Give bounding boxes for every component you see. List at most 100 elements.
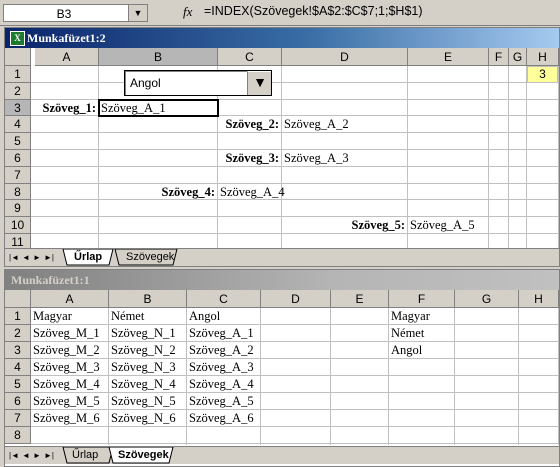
field-value[interactable]: Szöveg_A_3 xyxy=(284,151,349,166)
row-header[interactable]: 3 xyxy=(5,342,31,359)
prev-sheet-button[interactable]: ◄ xyxy=(22,451,30,460)
table-cell[interactable]: Szöveg_N_1 xyxy=(111,326,176,341)
tab-szovegek[interactable]: Szövegek xyxy=(126,251,174,263)
column-header[interactable]: A xyxy=(31,290,109,308)
field-value[interactable]: Szöveg_A_2 xyxy=(284,117,349,132)
row-header[interactable]: 8 xyxy=(5,427,31,444)
table-cell[interactable]: Szöveg_N_2 xyxy=(111,343,176,358)
field-value[interactable]: Szöveg_A_5 xyxy=(410,218,475,233)
row-header[interactable]: 5 xyxy=(5,133,31,150)
gridline xyxy=(281,66,282,248)
gridline xyxy=(558,308,559,445)
column-header[interactable]: D xyxy=(282,48,408,66)
column-header[interactable]: A xyxy=(35,48,99,66)
workbook-window-1: Munkafüzet1:1 A B C D E F G H 1 2 3 4 5 6 7 8 Magyar Néme… xyxy=(4,269,560,467)
row-header[interactable]: 10 xyxy=(5,217,31,234)
column-header[interactable]: B xyxy=(109,290,187,308)
gridline xyxy=(108,308,109,445)
column-header[interactable]: H xyxy=(519,290,559,308)
column-header[interactable]: G xyxy=(509,48,527,66)
table-cell[interactable]: Szöveg_N_4 xyxy=(111,377,176,392)
tab-urlap[interactable]: Űrlap xyxy=(72,449,98,461)
language-dropdown[interactable]: Angol ▼ xyxy=(124,70,272,96)
dropdown-button[interactable]: ▼ xyxy=(247,71,271,95)
table-cell[interactable]: Szöveg_M_3 xyxy=(33,360,100,375)
table-cell[interactable]: Angol xyxy=(391,343,422,358)
field-label: Szöveg_1: xyxy=(42,100,96,115)
window-titlebar[interactable]: X Munkafüzet1:2 xyxy=(5,28,559,48)
chevron-down-icon: ▼ xyxy=(253,76,267,91)
fx-icon[interactable]: fx xyxy=(183,4,192,20)
field-value[interactable]: Szöveg_A_4 xyxy=(220,185,285,200)
window-title: Munkafüzet1:2 xyxy=(27,31,106,45)
table-cell[interactable]: Szöveg_M_4 xyxy=(33,377,100,392)
tab-urlap[interactable]: Űrlap xyxy=(74,251,102,263)
column-header[interactable]: H xyxy=(527,48,559,66)
spreadsheet-grid[interactable]: A B C D E F G H 1 2 3 4 5 6 7 8 Magyar Német Angol Szöveg_M… xyxy=(5,290,559,445)
column-header[interactable]: C xyxy=(187,290,261,308)
table-cell[interactable]: Szöveg_N_6 xyxy=(111,411,176,426)
row-header[interactable]: 4 xyxy=(5,359,31,376)
column-header[interactable]: E xyxy=(408,48,489,66)
next-sheet-button[interactable]: ► xyxy=(33,451,41,460)
last-sheet-button[interactable]: ►| xyxy=(44,253,54,262)
chevron-down-icon[interactable]: ▼ xyxy=(128,5,147,21)
row-header[interactable]: 6 xyxy=(5,393,31,410)
table-cell[interactable]: Szöveg_A_1 xyxy=(189,326,254,341)
table-cell[interactable]: Szöveg_A_5 xyxy=(189,394,254,409)
table-cell[interactable]: Szöveg_A_2 xyxy=(189,343,254,358)
column-header[interactable]: F xyxy=(389,290,455,308)
row-header[interactable]: 2 xyxy=(5,325,31,342)
table-cell[interactable]: Szöveg_M_2 xyxy=(33,343,100,358)
column-header[interactable]: E xyxy=(331,290,389,308)
table-cell[interactable]: Szöveg_M_6 xyxy=(33,411,100,426)
table-cell[interactable]: Szöveg_M_5 xyxy=(33,394,100,409)
field-value[interactable]: Szöveg_A_1 xyxy=(101,101,166,116)
row-header[interactable]: 2 xyxy=(5,82,31,100)
last-sheet-button[interactable]: ►| xyxy=(44,451,54,460)
name-box[interactable]: B3 ▼ xyxy=(3,4,148,22)
row-header[interactable]: 5 xyxy=(5,376,31,393)
column-header[interactable]: G xyxy=(455,290,519,308)
row-header[interactable]: 9 xyxy=(5,200,31,218)
table-cell[interactable]: Magyar xyxy=(33,309,72,324)
select-all-corner[interactable] xyxy=(5,290,31,308)
table-cell[interactable]: Angol xyxy=(189,309,220,324)
table-cell[interactable]: Szöveg_A_4 xyxy=(189,377,254,392)
row-header[interactable]: 1 xyxy=(5,308,31,325)
gridline xyxy=(526,66,527,248)
formula-input[interactable]: =INDEX(Szövegek!$A$2:$C$7;1;$H$1) xyxy=(204,4,423,18)
next-sheet-button[interactable]: ► xyxy=(33,253,41,262)
column-header[interactable]: C xyxy=(218,48,282,66)
first-sheet-button[interactable]: |◄ xyxy=(9,451,19,460)
table-cell[interactable]: Magyar xyxy=(391,309,430,324)
row-header[interactable]: 7 xyxy=(5,166,31,184)
tab-szovegek[interactable]: Szövegek xyxy=(118,449,169,461)
table-cell[interactable]: Német xyxy=(391,326,424,341)
column-header[interactable]: B xyxy=(99,48,218,66)
table-cell[interactable]: Szöveg_A_6 xyxy=(189,411,254,426)
table-cell[interactable]: Szöveg_N_5 xyxy=(111,394,176,409)
table-cell[interactable]: Német xyxy=(111,309,144,324)
table-cell[interactable]: Szöveg_M_1 xyxy=(33,326,100,341)
field-label: Szöveg_4: xyxy=(161,184,215,199)
spreadsheet-grid[interactable]: A B C D E F G H 1 2 3 4 5 6 7 8 9 10 11 3 Angol ▼ Szöveg_1: Szö… xyxy=(5,48,559,251)
row-header[interactable]: 1 xyxy=(5,66,31,83)
table-cell[interactable]: Szöveg_N_3 xyxy=(111,360,176,375)
row-header[interactable]: 8 xyxy=(5,183,31,201)
select-all-corner[interactable] xyxy=(5,48,31,66)
first-sheet-button[interactable]: |◄ xyxy=(9,253,19,262)
excel-icon: X xyxy=(10,31,25,46)
row-header[interactable]: 7 xyxy=(5,410,31,427)
h1-cell[interactable]: 3 xyxy=(527,66,558,83)
column-header[interactable]: D xyxy=(261,290,331,308)
dropdown-value: Angol xyxy=(130,76,161,90)
row-header[interactable]: 6 xyxy=(5,150,31,167)
prev-sheet-button[interactable]: ◄ xyxy=(22,253,30,262)
window-titlebar[interactable]: Munkafüzet1:1 xyxy=(5,270,559,290)
gridline xyxy=(31,216,559,218)
column-header[interactable]: F xyxy=(489,48,509,66)
window-title: Munkafüzet1:1 xyxy=(11,273,90,287)
table-cell[interactable]: Szöveg_A_3 xyxy=(189,360,254,375)
row-header[interactable]: 4 xyxy=(5,116,31,134)
